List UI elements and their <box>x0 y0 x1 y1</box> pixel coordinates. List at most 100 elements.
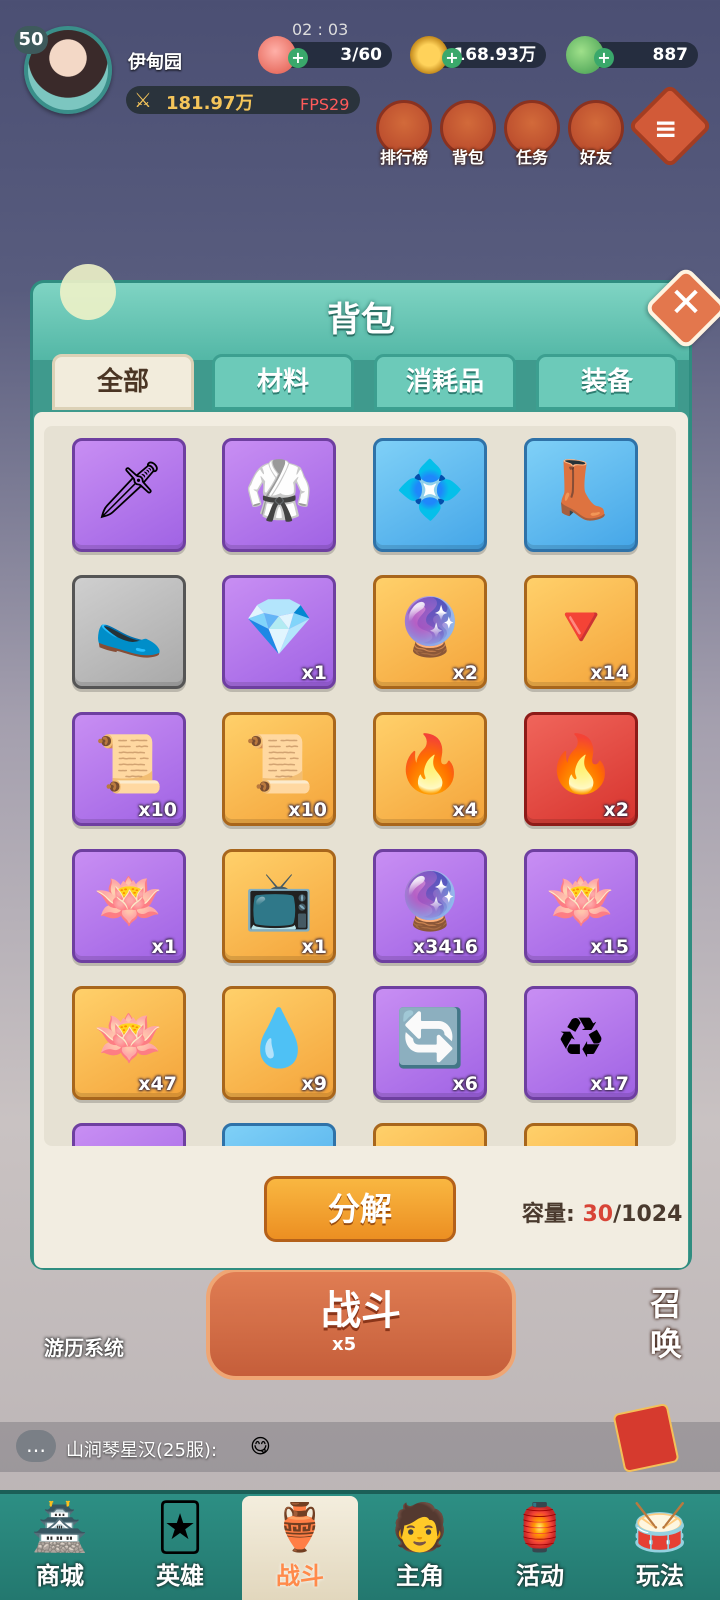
fps-counter: FPS29 <box>300 95 350 114</box>
red-packet-icon[interactable] <box>612 1402 680 1474</box>
white-lotus-icon: 🪷 <box>94 869 164 934</box>
golden-lotus-purple-icon: 🪷 <box>546 869 616 934</box>
chat-emoji: 😋 <box>250 1434 271 1458</box>
nav-item-2[interactable]: 🏺 战斗 <box>242 1496 358 1600</box>
item-slot-partial[interactable] <box>72 1123 186 1146</box>
shop-icon: 🏯 <box>31 1500 89 1554</box>
item-quantity: x1 <box>301 936 327 958</box>
red-crystal-icon: 🔻 <box>546 595 616 660</box>
crystal-ball-icon: 🔮 <box>395 869 465 934</box>
item-slot-purple-flame[interactable]: 🔥 x2 <box>524 712 638 826</box>
item-slot-ad-ticket[interactable]: 📺 x1 <box>222 849 336 963</box>
tab-equipment[interactable]: 装备 <box>536 354 678 410</box>
nav-label: 玩法 <box>636 1562 684 1590</box>
player-name: 伊甸园 <box>128 52 182 73</box>
add-coins-button[interactable]: + <box>442 48 462 68</box>
blue-flame-icon: 🔥 <box>395 732 465 797</box>
armor-icon: 🥋 <box>244 458 314 523</box>
item-quantity: x2 <box>452 662 478 684</box>
dialog-title: 背包 <box>327 300 395 340</box>
item-slot-armor[interactable]: 🥋 <box>222 438 336 552</box>
clock-time: 02 : 03 <box>292 20 349 39</box>
chat-bubble-icon[interactable]: … <box>16 1430 56 1462</box>
water-lotus-icon: 💧 <box>244 1006 314 1071</box>
item-quantity: x47 <box>138 1073 177 1095</box>
nav-item-4[interactable]: 🏮 活动 <box>482 1496 598 1600</box>
nav-label: 活动 <box>516 1562 564 1590</box>
item-slot-blue-flame[interactable]: 🔥 x4 <box>373 712 487 826</box>
add-stamina-button[interactable]: + <box>288 48 308 68</box>
rainbow-crystal-icon: 🔮 <box>395 595 465 660</box>
item-quantity: x10 <box>138 799 177 821</box>
nav-item-0[interactable]: 🏯 商城 <box>2 1496 118 1600</box>
capacity-indicator: 容量: 30/1024 <box>522 1196 682 1228</box>
item-slot-reset-board[interactable]: 🔄 x6 <box>373 986 487 1100</box>
reset-board-icon: 🔄 <box>395 1006 465 1071</box>
item-quantity: x15 <box>590 936 629 958</box>
item-slot-partial[interactable] <box>524 1123 638 1146</box>
item-quantity: x4 <box>452 799 478 821</box>
item-slot-amulet[interactable]: 💠 <box>373 438 487 552</box>
event-icon: 🏮 <box>511 1500 569 1554</box>
item-slot-boots-blue[interactable]: 👢 <box>524 438 638 552</box>
ad-ticket-icon: 📺 <box>244 869 314 934</box>
close-icon[interactable]: ✕ <box>668 280 704 326</box>
battle-cost: x5 <box>332 1334 357 1355</box>
tab-consumables[interactable]: 消耗品 <box>374 354 516 410</box>
item-quantity: x6 <box>452 1073 478 1095</box>
item-slot-boots-gray[interactable]: 🥿 <box>72 575 186 689</box>
task-label: 任务 <box>515 148 548 167</box>
item-slot-golden-lotus-purple[interactable]: 🪷 x15 <box>524 849 638 963</box>
item-quantity: x1 <box>151 936 177 958</box>
decompose-button[interactable]: 分解 <box>264 1176 456 1242</box>
item-quantity: x14 <box>590 662 629 684</box>
item-quantity: x1 <box>301 662 327 684</box>
golden-lotus-icon: 🪷 <box>94 1006 164 1071</box>
hero-cards-icon: 🃏 <box>156 1500 204 1554</box>
item-slot-golden-lotus[interactable]: 🪷 x47 <box>72 986 186 1100</box>
item-quantity: x2 <box>603 799 629 821</box>
travel-system-label[interactable]: 游历系统 <box>44 1332 124 1361</box>
tab-materials[interactable]: 材料 <box>212 354 354 410</box>
item-slot-partial[interactable] <box>373 1123 487 1146</box>
item-slot-purple-scroll[interactable]: 📜 x10 <box>72 712 186 826</box>
item-slot-water-lotus[interactable]: 💧 x9 <box>222 986 336 1100</box>
capacity-label: 容量: <box>522 1202 575 1227</box>
item-slot-white-lotus[interactable]: 🪷 x1 <box>72 849 186 963</box>
top-hud: 50 伊甸园 ⚔ 181.97万 FPS29 02 : 03 3/60 + 16… <box>0 0 720 190</box>
item-slot-red-crystal[interactable]: 🔻 x14 <box>524 575 638 689</box>
add-jade-button[interactable]: + <box>594 48 614 68</box>
item-slot-partial[interactable] <box>222 1123 336 1146</box>
item-slot-rainbow-crystal[interactable]: 🔮 x2 <box>373 575 487 689</box>
item-slot-crystal-ball[interactable]: 🔮 x3416 <box>373 849 487 963</box>
ranking-label: 排行榜 <box>379 148 428 167</box>
item-slot-refresh-arrows[interactable]: ♻ x17 <box>524 986 638 1100</box>
item-grid: 🗡 🥋 💠 👢 🥿 💎 x1 🔮 x2 🔻 x14 📜 x10 📜 x10 🔥 x4 🔥 x2 🪷 x1 📺 x1 🔮 x341… <box>44 426 676 1146</box>
capacity-max: /1024 <box>613 1202 683 1227</box>
power-value: 181.97万 <box>166 93 254 114</box>
player-level: 50 <box>14 26 48 54</box>
item-slot-green-crystal[interactable]: 💎 x1 <box>222 575 336 689</box>
purple-scroll-icon: 📜 <box>94 732 164 797</box>
bag-label: 背包 <box>451 148 484 167</box>
boots-gray-icon: 🥿 <box>94 595 164 660</box>
nav-item-3[interactable]: 🧑 主角 <box>362 1496 478 1600</box>
nav-item-5[interactable]: 🥁 玩法 <box>602 1496 718 1600</box>
purple-flame-icon: 🔥 <box>546 732 616 797</box>
hamburger-icon: ≡ <box>654 112 678 145</box>
item-slot-sword[interactable]: 🗡 <box>72 438 186 552</box>
item-quantity: x3416 <box>412 936 478 958</box>
green-crystal-icon: 💎 <box>244 595 314 660</box>
capacity-current: 30 <box>582 1202 614 1227</box>
chat-message: 山涧琴星汉(25服): <box>66 1440 218 1461</box>
boots-blue-icon: 👢 <box>546 458 616 523</box>
item-quantity: x10 <box>288 799 327 821</box>
gameplay-icon: 🥁 <box>631 1500 689 1554</box>
nav-item-1[interactable]: 🃏 英雄 <box>122 1496 238 1600</box>
sword-icon: 🗡 <box>93 458 165 523</box>
tab-all[interactable]: 全部 <box>52 354 194 410</box>
nav-label: 战斗 <box>276 1562 324 1590</box>
item-slot-gold-scroll[interactable]: 📜 x10 <box>222 712 336 826</box>
gold-scroll-icon: 📜 <box>244 732 314 797</box>
summon-label[interactable]: 召唤 <box>650 1284 706 1364</box>
